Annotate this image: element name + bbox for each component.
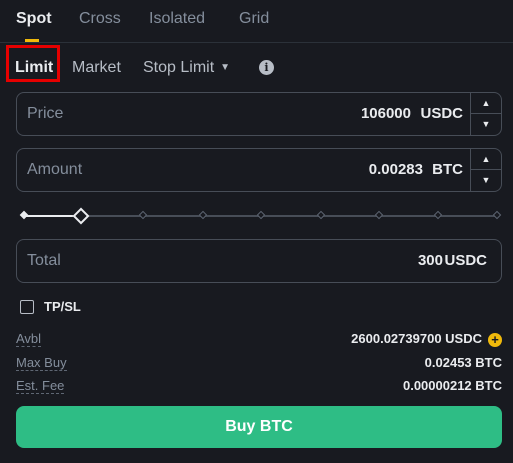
price-stepper: ▲ ▼ (470, 93, 501, 135)
amount-label: Amount (27, 161, 83, 178)
price-increment-icon[interactable]: ▲ (471, 93, 501, 114)
avbl-value-wrap: 2600.02739700 USDC + (351, 331, 502, 347)
amount-increment-icon[interactable]: ▲ (471, 149, 501, 170)
slider-mark-50[interactable] (256, 210, 266, 220)
max-buy-value: 0.02453 BTC (424, 355, 502, 370)
slider-mark-40[interactable] (198, 210, 208, 220)
tab-isolated[interactable]: Isolated (149, 10, 205, 28)
slider-mark-90[interactable] (433, 210, 443, 220)
tab-spot[interactable]: Spot (16, 10, 52, 28)
order-type-market[interactable]: Market (72, 59, 121, 77)
slider-mark-20[interactable] (138, 210, 148, 220)
price-decrement-icon[interactable]: ▼ (471, 114, 501, 135)
tpsl-checkbox[interactable] (20, 300, 34, 314)
slider-mark-100[interactable] (492, 210, 502, 220)
slider-mark-60[interactable] (316, 210, 326, 220)
amount-field[interactable]: Amount 0.00283 BTC ▲ ▼ (16, 148, 502, 192)
est-fee-row: Est. Fee 0.00000212 BTC (16, 378, 502, 396)
chevron-down-icon: ▼ (220, 62, 231, 73)
amount-stepper: ▲ ▼ (470, 149, 501, 191)
buy-button[interactable]: Buy BTC (16, 406, 502, 448)
amount-slider[interactable] (19, 207, 502, 225)
est-fee-label[interactable]: Est. Fee (16, 378, 65, 394)
slider-handle[interactable] (72, 207, 90, 225)
avbl-value: 2600.02739700 USDC (351, 331, 482, 346)
price-unit: USDC (420, 105, 463, 122)
order-type-limit[interactable]: Limit (15, 59, 53, 77)
amount-decrement-icon[interactable]: ▼ (471, 170, 501, 191)
slider-mark-80[interactable] (374, 210, 384, 220)
avbl-label[interactable]: Avbl (16, 331, 42, 347)
total-unit: USDC (444, 252, 487, 269)
max-buy-label[interactable]: Max Buy (16, 355, 67, 371)
amount-unit: BTC (432, 161, 463, 178)
amount-value[interactable]: 0.00283 (369, 161, 423, 178)
price-label: Price (27, 105, 64, 122)
total-value[interactable]: 300 (418, 252, 443, 269)
tab-cross[interactable]: Cross (79, 10, 121, 28)
max-buy-row: Max Buy 0.02453 BTC (16, 355, 502, 373)
tpsl-label: TP/SL (44, 299, 81, 314)
price-value[interactable]: 106000 (361, 105, 411, 122)
order-type-tabs: Limit Market Stop Limit ▼ i (0, 45, 513, 89)
add-funds-icon[interactable]: + (488, 333, 502, 347)
est-fee-value: 0.00000212 BTC (402, 378, 502, 393)
stop-limit-label: Stop Limit (143, 59, 215, 76)
active-tab-indicator (25, 39, 39, 42)
margin-mode-tabs: Spot Cross Isolated Grid (0, 0, 513, 43)
slider-mark-0[interactable] (19, 210, 29, 220)
total-field[interactable]: Total 300 USDC (16, 239, 502, 283)
price-field[interactable]: Price 106000 USDC ▲ ▼ (16, 92, 502, 136)
avbl-row: Avbl 2600.02739700 USDC + (16, 331, 502, 349)
total-label: Total (27, 252, 61, 269)
info-icon[interactable]: i (259, 60, 274, 75)
order-type-stop-limit[interactable]: Stop Limit ▼ (143, 59, 230, 77)
tab-grid[interactable]: Grid (239, 10, 269, 28)
